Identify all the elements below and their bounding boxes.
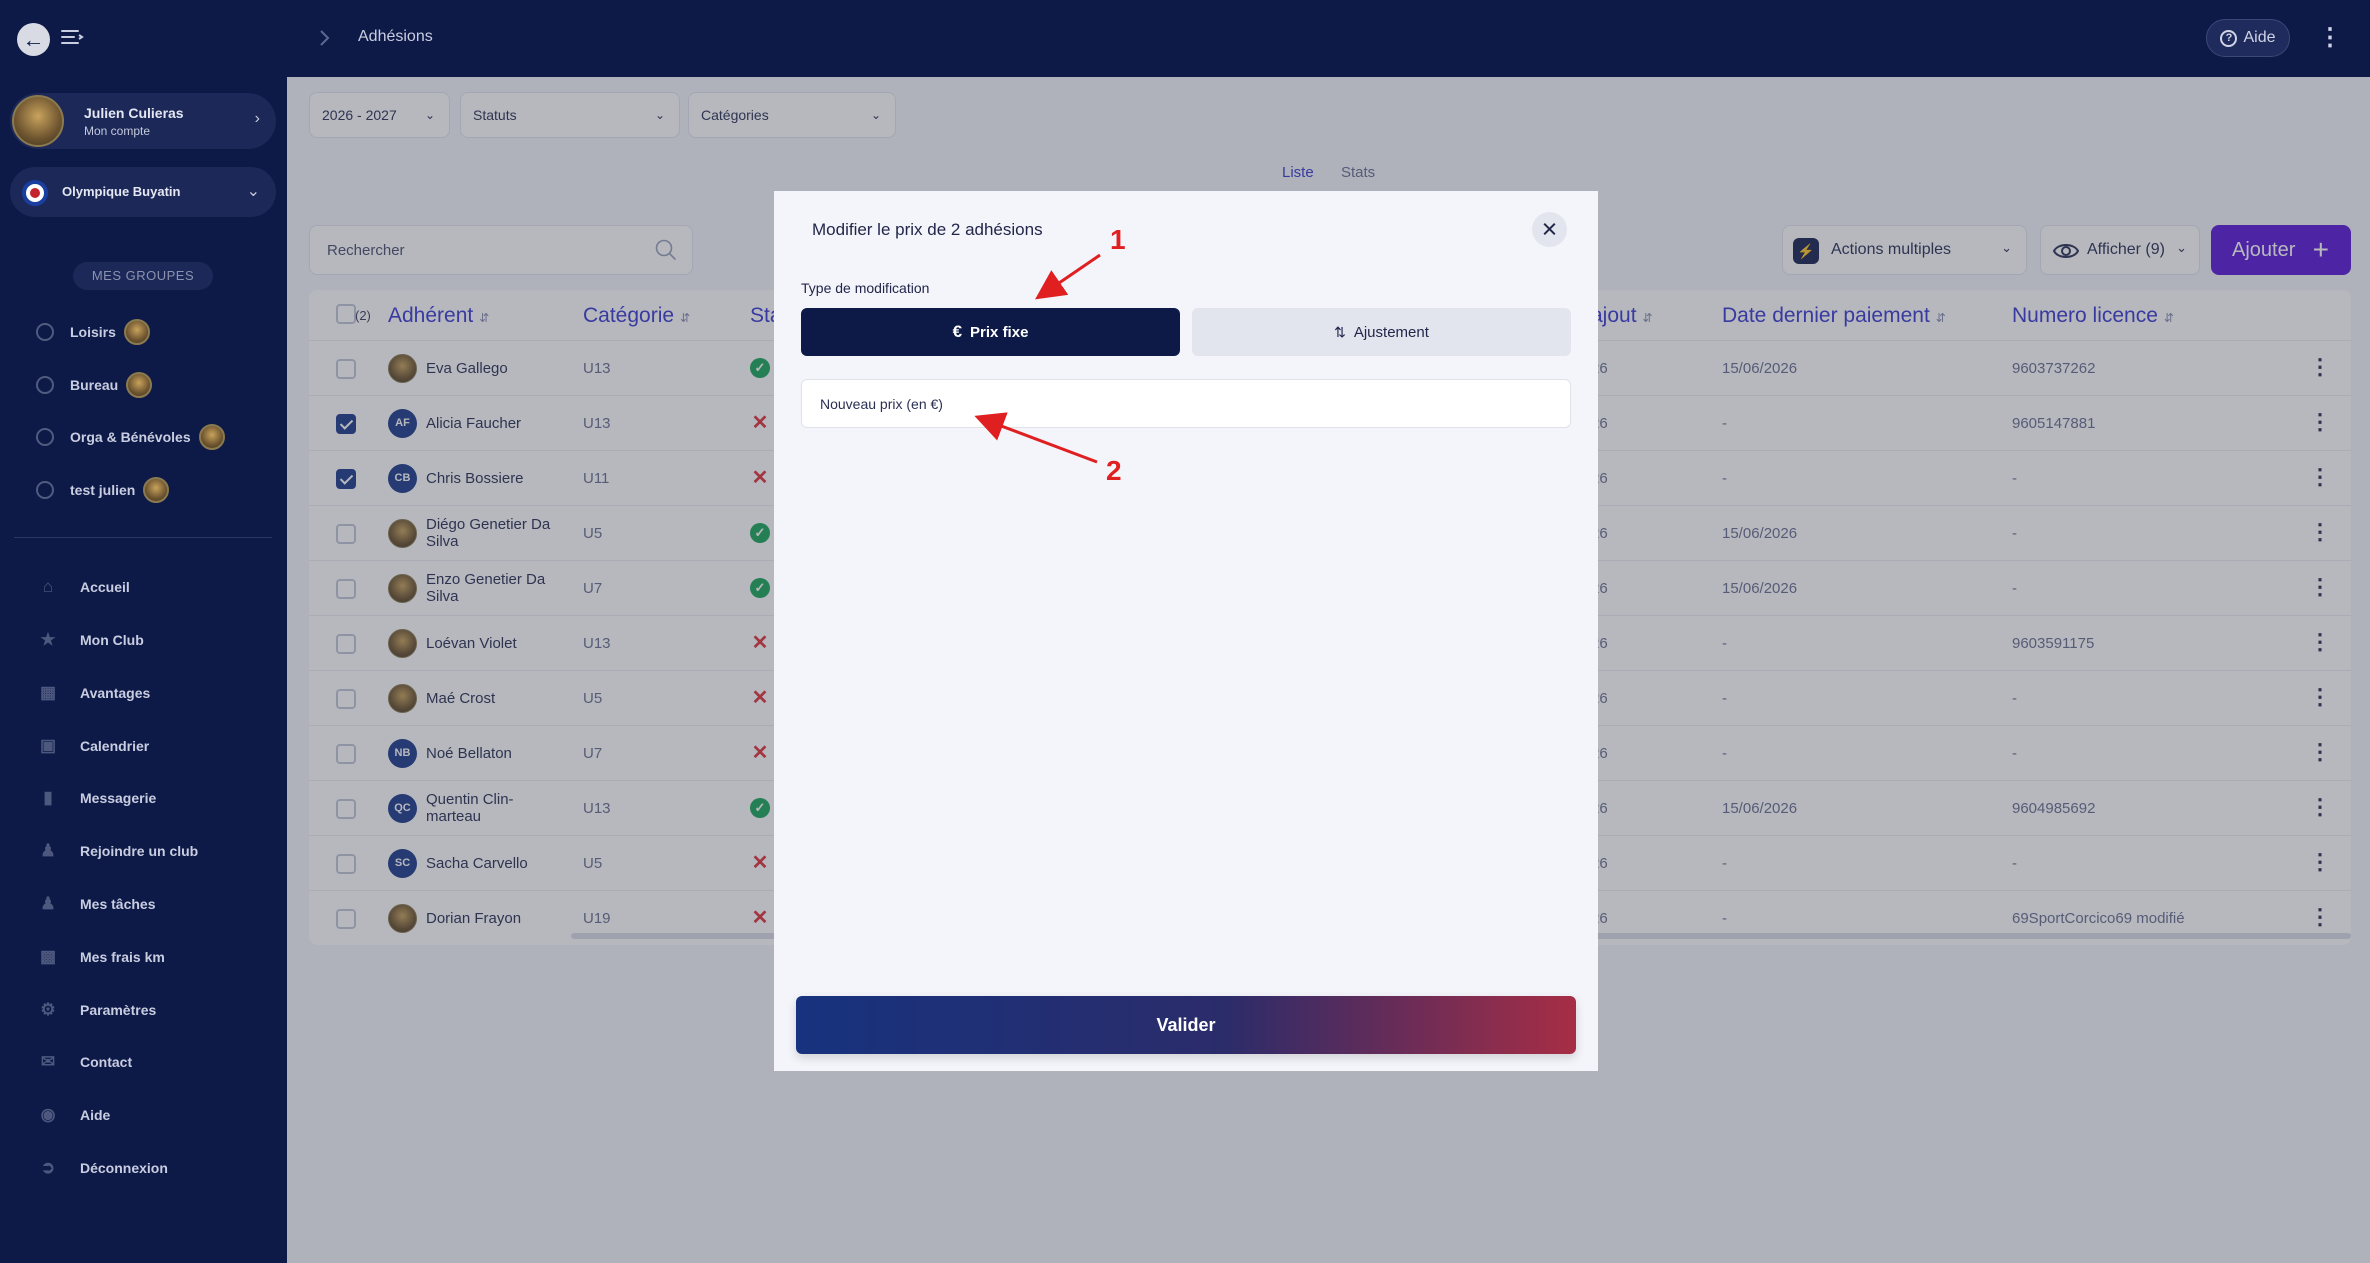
- annotation-number-2: 2: [1106, 455, 1122, 486]
- sidebar-item-rejoindre[interactable]: ♟ Rejoindre un club: [38, 838, 198, 864]
- sidebar-item-label: Contact: [80, 1054, 133, 1070]
- sidebar-item-aide[interactable]: ◉ Aide: [38, 1102, 111, 1128]
- group-label: Loisirs: [70, 324, 116, 340]
- euro-icon: €: [952, 322, 963, 341]
- breadcrumb: Adhésions: [358, 28, 433, 45]
- new-price-input[interactable]: [801, 379, 1571, 428]
- sidebar-toggle-icon[interactable]: [60, 26, 84, 50]
- chevron-right-icon: ›: [254, 110, 260, 127]
- sidebar: Julien Culieras Mon compte › Olympique B…: [0, 77, 287, 1263]
- help-label: Aide: [2243, 29, 2276, 46]
- modification-type-label: Type de modification: [801, 280, 930, 296]
- annotation-number-1: 1: [1110, 224, 1126, 255]
- avatar: [198, 424, 225, 450]
- account-name: Julien Culieras: [84, 105, 184, 121]
- group-item-test-julien[interactable]: test julien: [36, 475, 170, 505]
- group-label: test julien: [70, 482, 136, 498]
- logout-icon: ➲: [40, 1158, 56, 1177]
- sidebar-item-deconnexion[interactable]: ➲ Déconnexion: [38, 1155, 168, 1181]
- group-item-orga[interactable]: Orga & Bénévoles: [36, 422, 225, 452]
- soccer-ball-icon: [36, 481, 54, 499]
- groups-title: MES GROUPES: [73, 262, 213, 290]
- mail-icon: ✉: [40, 1052, 56, 1071]
- group-item-loisirs[interactable]: Loisirs: [36, 317, 150, 347]
- account-card[interactable]: Julien Culieras Mon compte ›: [10, 93, 276, 149]
- soccer-ball-icon: [36, 376, 54, 394]
- sidebar-item-accueil[interactable]: ⌂ Accueil: [38, 574, 130, 600]
- user-check-icon: ♟: [40, 894, 56, 913]
- help-button[interactable]: ? Aide: [2206, 19, 2290, 57]
- sidebar-item-label: Aide: [80, 1107, 111, 1123]
- more-menu-icon[interactable]: ⋮: [2318, 24, 2342, 52]
- group-label: Orga & Bénévoles: [70, 429, 191, 445]
- divider: [14, 537, 272, 538]
- sidebar-item-frais-km[interactable]: ▩ Mes frais km: [38, 944, 165, 970]
- sidebar-item-contact[interactable]: ✉ Contact: [38, 1049, 132, 1075]
- avatar: [143, 477, 170, 503]
- home-icon: ⌂: [42, 577, 54, 596]
- sidebar-item-label: Avantages: [80, 685, 151, 701]
- avatar: [12, 95, 64, 147]
- help-icon: ◉: [40, 1105, 56, 1124]
- sidebar-item-mon-club[interactable]: ★ Mon Club: [38, 627, 144, 653]
- sidebar-item-label: Paramètres: [80, 1002, 157, 1018]
- adjustment-button[interactable]: ⇅ Ajustement: [1192, 308, 1571, 356]
- gift-icon: ▦: [39, 683, 57, 702]
- soccer-ball-icon: [36, 323, 54, 341]
- avatar: [123, 319, 150, 345]
- user-plus-icon: ♟: [40, 841, 56, 860]
- fixed-price-label: Prix fixe: [970, 323, 1029, 341]
- question-icon: ?: [2220, 29, 2238, 47]
- sidebar-item-taches[interactable]: ♟ Mes tâches: [38, 891, 155, 917]
- sidebar-item-calendrier[interactable]: ▣ Calendrier: [38, 733, 149, 759]
- sidebar-item-label: Accueil: [80, 579, 130, 595]
- avatar: [126, 372, 153, 398]
- sidebar-item-label: Mes tâches: [80, 896, 156, 912]
- group-label: Bureau: [70, 377, 119, 393]
- club-logo: [22, 180, 48, 206]
- sidebar-item-label: Calendrier: [80, 738, 150, 754]
- star-icon: ★: [40, 630, 56, 649]
- up-down-arrows-icon: ⇅: [1334, 323, 1346, 340]
- close-icon[interactable]: [1532, 212, 1567, 247]
- adjustment-label: Ajustement: [1353, 323, 1429, 341]
- top-bar: ← Adhésions ? Aide ⋮: [0, 0, 2370, 77]
- modal-title: Modifier le prix de 2 adhésions: [812, 220, 1043, 239]
- sidebar-item-label: Déconnexion: [80, 1160, 168, 1176]
- car-icon: ▩: [39, 947, 57, 966]
- chevron-right-icon: [320, 30, 330, 46]
- sidebar-item-avantages[interactable]: ▦ Avantages: [38, 680, 150, 706]
- sidebar-item-parametres[interactable]: ⚙ Paramètres: [38, 997, 156, 1023]
- sidebar-item-label: Rejoindre un club: [80, 843, 199, 859]
- sidebar-item-messagerie[interactable]: ▮ Messagerie: [38, 785, 156, 811]
- edit-price-modal: Modifier le prix de 2 adhésions Type de …: [774, 191, 1598, 1071]
- message-icon: ▮: [43, 788, 53, 807]
- club-selector[interactable]: Olympique Buyatin ⌄: [10, 167, 276, 217]
- validate-button[interactable]: Valider: [796, 996, 1576, 1054]
- chevron-down-icon: ⌄: [246, 183, 260, 200]
- account-subtitle: Mon compte: [84, 124, 151, 138]
- back-arrow-icon[interactable]: ←: [17, 23, 50, 56]
- sidebar-item-label: Mon Club: [80, 632, 144, 648]
- soccer-ball-icon: [36, 428, 54, 446]
- sidebar-item-label: Messagerie: [80, 790, 157, 806]
- calendar-icon: ▣: [39, 736, 57, 755]
- group-item-bureau[interactable]: Bureau: [36, 370, 153, 400]
- gear-icon: ⚙: [40, 1000, 56, 1019]
- fixed-price-button[interactable]: € Prix fixe: [801, 308, 1180, 356]
- club-name: Olympique Buyatin: [62, 184, 181, 199]
- sidebar-item-label: Mes frais km: [80, 949, 165, 965]
